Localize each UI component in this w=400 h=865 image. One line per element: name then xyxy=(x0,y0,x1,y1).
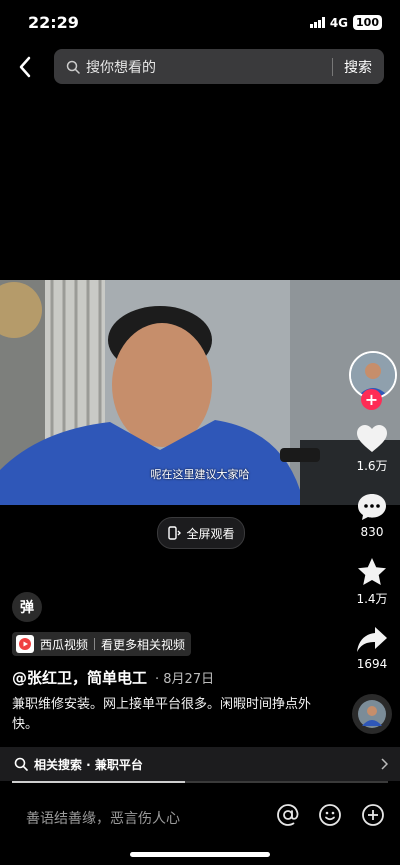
fullscreen-label: 全屏观看 xyxy=(186,526,235,541)
emoji-button[interactable] xyxy=(318,803,342,827)
comment-button[interactable]: 830 xyxy=(352,492,392,539)
heart-icon xyxy=(357,425,387,452)
source-name: 西瓜视频 xyxy=(40,637,89,652)
like-count: 1.6万 xyxy=(356,459,388,473)
back-icon xyxy=(19,56,31,78)
search-icon xyxy=(14,757,28,771)
author-row: @张红卫，简单电工 · 8月27日 xyxy=(12,667,214,688)
music-disc-avatar xyxy=(358,700,386,728)
source-tag[interactable]: 西瓜视频 看更多相关视频 xyxy=(12,632,192,656)
battery-level: 100 xyxy=(353,15,382,30)
like-button[interactable]: 1.6万 xyxy=(352,424,392,474)
plus-circle-icon xyxy=(362,804,384,826)
related-search-bar[interactable]: 相关搜索 · 兼职平台 xyxy=(0,747,400,781)
status-time: 22:29 xyxy=(28,13,79,32)
signal-icon xyxy=(309,17,325,28)
danmu-toggle-button[interactable]: 弹 xyxy=(12,592,42,622)
favorite-count: 1.4万 xyxy=(356,592,388,606)
home-indicator[interactable] xyxy=(130,852,270,857)
favorite-button[interactable]: 1.4万 xyxy=(352,557,392,607)
mention-button[interactable] xyxy=(276,803,300,827)
source-more-link[interactable]: 看更多相关视频 xyxy=(101,636,185,653)
share-count: 1694 xyxy=(356,657,388,671)
add-button[interactable] xyxy=(361,803,385,827)
comment-input[interactable]: 善语结善缘，恶言伤人心 xyxy=(26,808,180,828)
share-icon xyxy=(357,627,387,652)
post-date: · 8月27日 xyxy=(155,672,215,687)
related-search-label: 相关搜索 · 兼职平台 xyxy=(34,757,143,772)
search-icon xyxy=(66,60,80,74)
status-indicators: 4G 100 xyxy=(309,15,382,30)
video-subtitle: 呢在这里建议大家哈 xyxy=(150,468,250,481)
tag-divider xyxy=(94,638,96,650)
danmu-label: 弹 xyxy=(20,600,34,616)
chevron-right-icon xyxy=(381,758,388,770)
search-input[interactable]: 搜你想看的 搜索 xyxy=(54,49,384,84)
at-icon xyxy=(277,804,299,826)
music-disc[interactable] xyxy=(352,694,392,734)
follow-button[interactable]: + xyxy=(361,389,382,410)
search-button[interactable]: 搜索 xyxy=(333,57,384,77)
fullscreen-icon xyxy=(168,526,182,540)
back-button[interactable] xyxy=(12,54,38,80)
search-placeholder: 搜你想看的 xyxy=(86,59,156,76)
video-description: 兼职维修安装。网上接单平台很多。闲暇时间挣点外快。 xyxy=(12,697,312,732)
fullscreen-button[interactable]: 全屏观看 xyxy=(157,517,245,549)
plus-icon: + xyxy=(364,389,379,409)
network-type: 4G xyxy=(329,15,349,30)
share-button[interactable]: 1694 xyxy=(352,626,392,671)
comment-count: 830 xyxy=(360,525,384,539)
video-progress-fill xyxy=(12,781,185,783)
xigua-logo-icon xyxy=(16,635,34,653)
emoji-icon xyxy=(319,804,341,826)
comment-icon xyxy=(358,494,386,520)
star-icon xyxy=(358,558,386,585)
author-name[interactable]: @张红卫，简单电工 xyxy=(12,667,147,688)
